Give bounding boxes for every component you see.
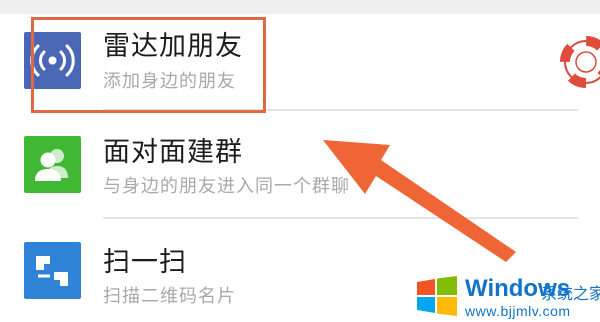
item-subtitle: 扫描二维码名片: [103, 286, 236, 307]
watermark-url: www.bjjmlv.com: [465, 303, 571, 319]
scan-icon: [24, 242, 81, 299]
face-to-face-group-icon: [24, 136, 81, 193]
divider: [103, 217, 578, 219]
item-subtitle: 与身边的朋友进入同一个群聊: [103, 176, 350, 197]
menu-item-face-to-face-group[interactable]: 面对面建群 与身边的朋友进入同一个群聊: [0, 110, 600, 220]
watermark: Windows 系统之家 www.bjjmlv.com: [411, 268, 600, 322]
item-title: 面对面建群: [103, 137, 243, 168]
highlight-box: [31, 17, 266, 113]
watermark-cn-text: 系统之家: [541, 284, 600, 303]
item-title: 扫一扫: [103, 247, 187, 278]
lifebuoy-icon: [560, 36, 600, 88]
windows-logo-icon: [417, 276, 457, 316]
